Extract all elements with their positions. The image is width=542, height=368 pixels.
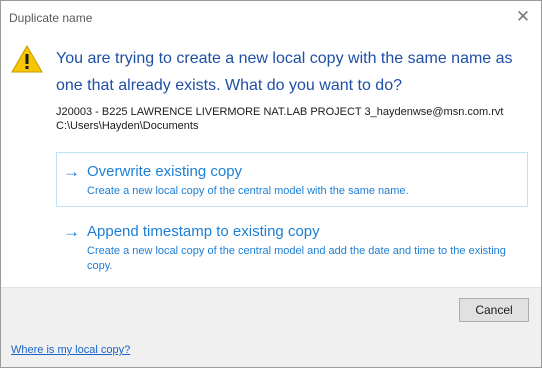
- local-copy-help-link[interactable]: Where is my local copy?: [11, 344, 130, 356]
- file-path: C:\Users\Hayden\Documents: [56, 120, 199, 132]
- command-description: Create a new local copy of the central m…: [87, 245, 506, 272]
- command-description: Create a new local copy of the central m…: [87, 185, 409, 197]
- close-icon[interactable]: ✕: [513, 7, 533, 27]
- dialog-title: Duplicate name: [9, 11, 93, 25]
- overwrite-existing-copy-button[interactable]: → Overwrite existing copy Create a new l…: [56, 152, 528, 207]
- title-bar: Duplicate name ✕: [1, 1, 541, 35]
- arrow-right-icon: →: [63, 162, 80, 181]
- warning-icon: [11, 44, 43, 73]
- duplicate-name-dialog: Duplicate name ✕ You are trying to creat…: [0, 0, 542, 368]
- footer: Where is my local copy?: [1, 332, 541, 367]
- append-timestamp-button[interactable]: → Append timestamp to existing copy Crea…: [56, 212, 528, 274]
- file-details: J20003 - B225 LAWRENCE LIVERMORE NAT.LAB…: [56, 105, 526, 133]
- cancel-button[interactable]: Cancel: [459, 298, 529, 322]
- command-title: Overwrite existing copy: [87, 163, 243, 180]
- main-instruction: You are trying to create a new local cop…: [56, 50, 513, 94]
- file-name: J20003 - B225 LAWRENCE LIVERMORE NAT.LAB…: [56, 106, 504, 118]
- command-title: Append timestamp to existing copy: [87, 223, 320, 240]
- button-bar: Cancel: [1, 287, 541, 333]
- arrow-right-icon: →: [63, 222, 80, 241]
